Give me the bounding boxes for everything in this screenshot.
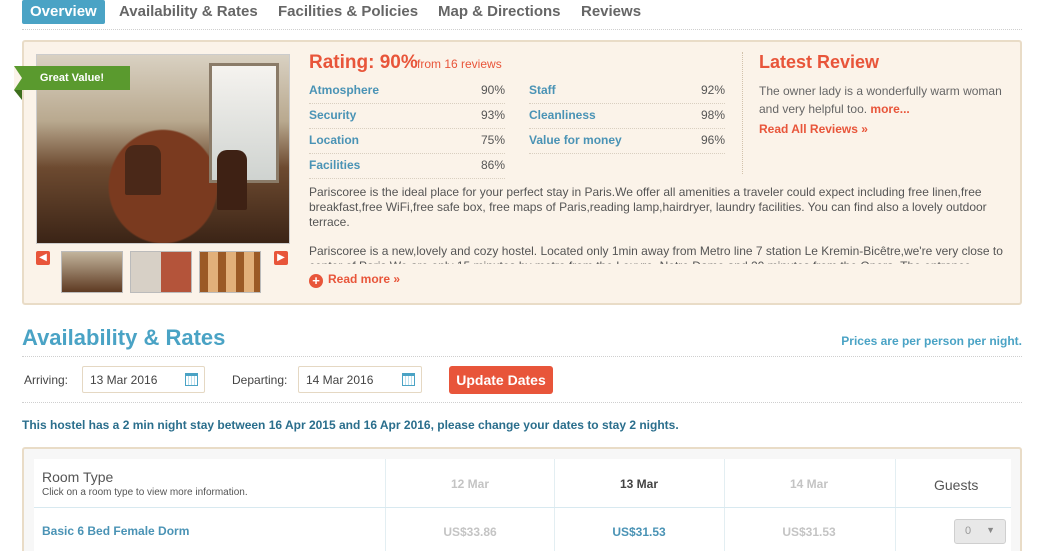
score-row: Atmosphere 90% [309, 79, 505, 104]
divider [742, 52, 743, 174]
read-all-reviews-link[interactable]: Read All Reviews » [759, 122, 868, 136]
description-paragraph: Pariscoree is the ideal place for your p… [309, 185, 987, 229]
photo-chair [217, 150, 247, 210]
chevron-right-icon[interactable]: ▶ [274, 251, 288, 265]
room-type-header: Room Type [42, 469, 114, 485]
read-more-link[interactable]: + Read more » [309, 272, 400, 288]
price-cell: US$33.86 [443, 525, 497, 539]
score-label: Value for money [529, 133, 622, 147]
calendar-icon[interactable] [185, 373, 198, 386]
score-row: Location 75% [309, 129, 505, 154]
score-label: Facilities [309, 158, 361, 172]
score-value: 92% [700, 83, 725, 97]
room-type-link[interactable]: Basic 6 Bed Female Dorm [42, 524, 189, 538]
date-header: 12 Mar [450, 477, 490, 491]
score-label: Atmosphere [309, 83, 380, 97]
review-more-link[interactable]: more... [870, 102, 909, 116]
rates-table: Room Type Click on a room type to view m… [22, 447, 1022, 551]
score-row: Security 93% [309, 104, 505, 129]
guests-value: 0 [965, 525, 972, 537]
score-label: Staff [529, 83, 556, 97]
score-row: Staff 92% [529, 79, 725, 104]
hostel-description: Pariscoree is the ideal place for your p… [309, 185, 1009, 264]
price-cell: US$31.53 [782, 525, 836, 539]
tab-facilities-policies[interactable]: Facilities & Policies [278, 0, 418, 24]
tab-bar: Overview Availability & Rates Facilities… [22, 0, 1022, 30]
arriving-date-value: 13 Mar 2016 [90, 373, 158, 387]
latest-review-text: The owner lady is a wonderfully warm wom… [759, 82, 1014, 118]
departing-date-value: 14 Mar 2016 [306, 373, 374, 387]
chevron-down-icon: ▼ [986, 525, 995, 535]
score-value: 75% [480, 133, 505, 147]
score-row: Value for money 96% [529, 129, 725, 154]
departing-label: Departing: [232, 373, 288, 387]
row-divider [34, 507, 1011, 508]
arriving-label: Arriving: [24, 373, 69, 387]
tab-availability-rates[interactable]: Availability & Rates [119, 0, 258, 24]
date-header: 13 Mar [619, 477, 659, 491]
read-more-label: Read more » [328, 272, 401, 286]
score-label: Security [309, 108, 357, 122]
guests-header: Guests [934, 477, 979, 493]
overview-panel: Great Value! ◀ ▶ Rating: 90% from 16 rev… [14, 40, 1022, 305]
tab-overview[interactable]: Overview [22, 0, 105, 24]
great-value-badge: Great Value! [14, 66, 130, 90]
photo-chair [125, 145, 161, 195]
divider [22, 356, 1022, 357]
score-value: 98% [700, 108, 725, 122]
price-cell: US$31.53 [612, 525, 666, 539]
departing-date-field[interactable]: 14 Mar 2016 [298, 366, 422, 393]
column-divider [895, 459, 896, 551]
tab-reviews[interactable]: Reviews [581, 0, 641, 24]
price-note: Prices are per person per night. [841, 334, 1022, 348]
score-row: Facilities 86% [309, 154, 505, 179]
update-dates-button[interactable]: Update Dates [449, 366, 553, 394]
score-value: 90% [480, 83, 505, 97]
score-value: 96% [700, 133, 725, 147]
date-header: 14 Mar [789, 477, 829, 491]
tab-map-directions[interactable]: Map & Directions [438, 0, 561, 24]
rating-title: Rating: 90% [309, 52, 418, 73]
availability-title: Availability & Rates [22, 325, 226, 350]
score-value: 86% [480, 158, 505, 172]
score-label: Cleanliness [529, 108, 596, 122]
score-value: 93% [480, 108, 505, 122]
score-row: Cleanliness 98% [529, 104, 725, 129]
gallery-thumbnail[interactable] [130, 251, 192, 293]
latest-review-title: Latest Review [759, 52, 880, 72]
gallery-thumbnail[interactable] [61, 251, 123, 293]
room-type-hint: Click on a room type to view more inform… [42, 487, 248, 498]
guests-select[interactable]: 0 ▼ [954, 519, 1006, 544]
description-paragraph: Pariscoree is a new,lovely and cozy host… [309, 244, 1003, 264]
divider [22, 402, 1022, 403]
badge-notch [14, 66, 22, 90]
arriving-date-field[interactable]: 13 Mar 2016 [82, 366, 205, 393]
min-stay-notice: This hostel has a 2 min night stay betwe… [22, 418, 679, 432]
score-label: Location [309, 133, 359, 147]
chevron-left-icon[interactable]: ◀ [36, 251, 50, 265]
calendar-icon[interactable] [402, 373, 415, 386]
gallery-thumbnail[interactable] [199, 251, 261, 293]
plus-icon: + [309, 274, 323, 288]
rates-table-body: Room Type Click on a room type to view m… [34, 459, 1011, 551]
rating-review-count[interactable]: from 16 reviews [417, 57, 502, 71]
badge-tail [14, 90, 22, 100]
